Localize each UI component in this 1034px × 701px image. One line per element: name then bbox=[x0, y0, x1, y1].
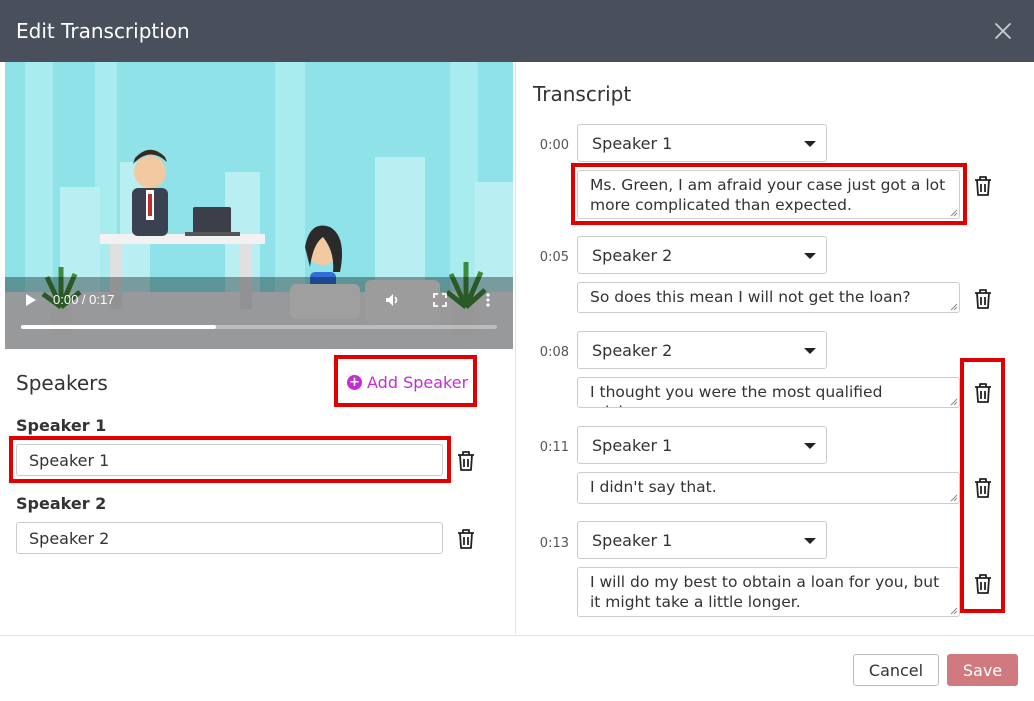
dropdown-caret-icon bbox=[804, 348, 816, 354]
more-options-icon[interactable] bbox=[485, 292, 491, 308]
video-controls: 0:00 / 0:17 bbox=[5, 62, 513, 349]
video-time: 0:00 / 0:17 bbox=[53, 292, 115, 307]
entry-text-field[interactable]: I will do my best to obtain a loan for y… bbox=[577, 567, 960, 617]
entry-text: I didn't say that. bbox=[590, 478, 717, 496]
play-icon[interactable] bbox=[24, 293, 38, 307]
dropdown-caret-icon bbox=[804, 253, 816, 259]
delete-speaker-2-icon[interactable] bbox=[456, 528, 476, 550]
entry-speaker-value: Speaker 2 bbox=[592, 340, 673, 360]
entry-timestamp: 0:13 bbox=[539, 536, 569, 551]
entry-timestamp: 0:05 bbox=[539, 250, 569, 265]
add-speaker-label: Add Speaker bbox=[367, 372, 469, 392]
speaker-2-name-input[interactable] bbox=[16, 522, 443, 554]
dialog-header: Edit Transcription bbox=[0, 0, 1034, 62]
entry-text-field[interactable]: So does this mean I will not get the loa… bbox=[577, 282, 960, 313]
entry-timestamp: 0:11 bbox=[539, 440, 569, 455]
entry-timestamp: 0:00 bbox=[539, 138, 569, 153]
entry-speaker-value: Speaker 2 bbox=[592, 245, 673, 265]
delete-entry-icon[interactable] bbox=[973, 175, 993, 197]
delete-speaker-1-icon[interactable] bbox=[456, 450, 476, 472]
entry-speaker-value: Speaker 1 bbox=[592, 435, 673, 455]
plus-circle-icon: + bbox=[347, 374, 362, 390]
entry-speaker-select[interactable]: Speaker 1 bbox=[577, 521, 827, 559]
footer-divider bbox=[0, 635, 1034, 636]
entry-text-field[interactable]: I thought you were the most qualified ad… bbox=[577, 377, 960, 408]
delete-entry-icon[interactable] bbox=[973, 573, 993, 595]
entry-speaker-value: Speaker 1 bbox=[592, 133, 673, 153]
resize-handle-icon[interactable] bbox=[950, 209, 958, 217]
dialog-title: Edit Transcription bbox=[16, 19, 190, 43]
entry-timestamp: 0:08 bbox=[539, 345, 569, 360]
entry-speaker-select[interactable]: Speaker 1 bbox=[577, 124, 827, 162]
dropdown-caret-icon bbox=[804, 538, 816, 544]
entry-text-field[interactable]: I didn't say that. bbox=[577, 472, 960, 504]
entry-speaker-select[interactable]: Speaker 2 bbox=[577, 331, 827, 369]
dropdown-caret-icon bbox=[804, 141, 816, 147]
resize-handle-icon[interactable] bbox=[950, 494, 958, 502]
transcript-title: Transcript bbox=[533, 82, 632, 106]
video-progress-fill bbox=[21, 325, 217, 329]
add-speaker-button[interactable]: + Add Speaker bbox=[347, 372, 468, 392]
entry-text: Ms. Green, I am afraid your case just go… bbox=[590, 176, 946, 214]
delete-entry-icon[interactable] bbox=[973, 288, 993, 310]
entry-text-field[interactable]: Ms. Green, I am afraid your case just go… bbox=[577, 170, 960, 219]
speaker-2-label: Speaker 2 bbox=[16, 494, 107, 513]
volume-icon[interactable] bbox=[385, 292, 401, 308]
entry-speaker-select[interactable]: Speaker 2 bbox=[577, 236, 827, 274]
speaker-1-label: Speaker 1 bbox=[16, 416, 107, 435]
resize-handle-icon[interactable] bbox=[950, 398, 958, 406]
speakers-title: Speakers bbox=[16, 371, 108, 395]
panel-divider bbox=[515, 62, 516, 634]
resize-handle-icon[interactable] bbox=[950, 303, 958, 311]
entry-speaker-select[interactable]: Speaker 1 bbox=[577, 426, 827, 464]
entry-text: I thought you were the most qualified ad… bbox=[590, 383, 883, 407]
video-progress-track[interactable] bbox=[21, 325, 497, 329]
cancel-button[interactable]: Cancel bbox=[853, 654, 939, 686]
delete-entry-icon[interactable] bbox=[973, 382, 993, 404]
video-player[interactable]: 0:00 / 0:17 bbox=[5, 62, 513, 349]
entry-speaker-value: Speaker 1 bbox=[592, 530, 673, 550]
speaker-1-name-input[interactable] bbox=[16, 444, 443, 476]
entry-text: So does this mean I will not get the loa… bbox=[590, 288, 911, 306]
resize-handle-icon[interactable] bbox=[950, 607, 958, 615]
fullscreen-icon[interactable] bbox=[433, 293, 447, 307]
close-icon[interactable] bbox=[992, 20, 1014, 42]
save-button[interactable]: Save bbox=[947, 654, 1018, 686]
entry-text: I will do my best to obtain a loan for y… bbox=[590, 573, 940, 611]
delete-entry-icon[interactable] bbox=[973, 477, 993, 499]
dropdown-caret-icon bbox=[804, 443, 816, 449]
